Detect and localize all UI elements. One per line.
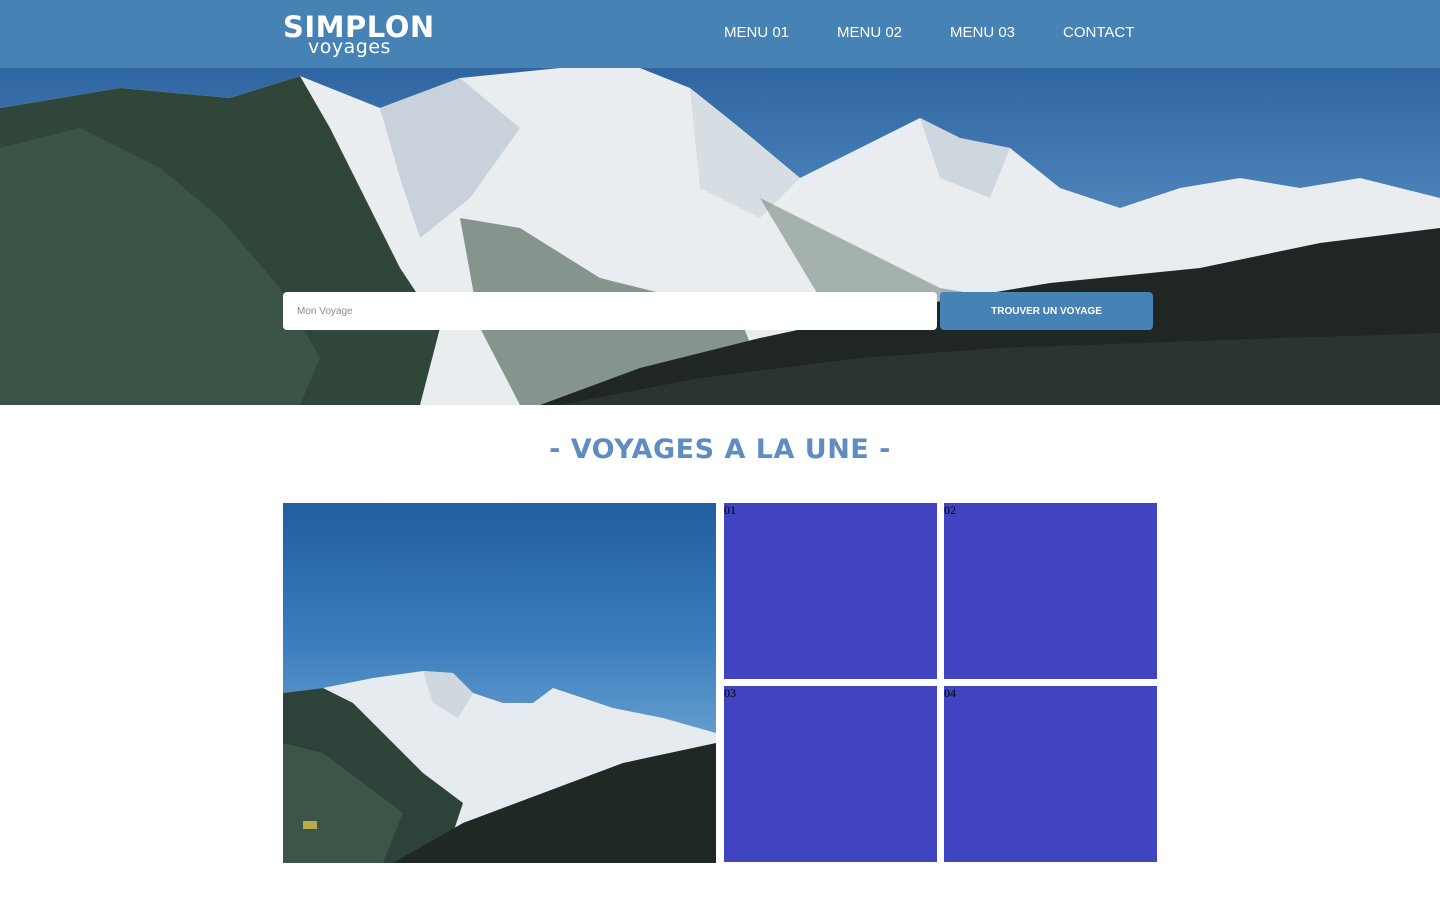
tile-number: 03 [724,686,736,700]
tile-number: 02 [944,503,956,517]
tile-number: 01 [724,503,736,517]
search-input[interactable] [283,292,937,330]
featured-mountain-image [283,671,716,863]
logo-sub-text: voyages [308,36,391,58]
tile-number: 04 [944,686,956,700]
hero-banner: TROUVER UN VOYAGE [0,68,1440,405]
site-header: SIMPLON voyages MENU 01 MENU 02 MENU 03 … [0,0,1440,68]
featured-trip-image[interactable] [283,503,716,863]
main-nav: MENU 01 MENU 02 MENU 03 CONTACT [700,0,1160,68]
site-logo[interactable]: SIMPLON voyages [283,11,434,61]
nav-menu-02[interactable]: MENU 02 [837,24,902,42]
nav-contact[interactable]: CONTACT [1063,24,1134,42]
trip-tile[interactable]: 03 [724,686,937,862]
section-title: - VOYAGES A LA UNE - [549,434,891,465]
nav-menu-03[interactable]: MENU 03 [950,24,1015,42]
nav-menu-01[interactable]: MENU 01 [724,24,789,42]
trip-tile[interactable]: 04 [944,686,1157,862]
find-trip-button[interactable]: TROUVER UN VOYAGE [940,292,1153,330]
hero-mountain-image [0,68,1440,405]
trip-tile[interactable]: 01 [724,503,937,679]
trip-tile[interactable]: 02 [944,503,1157,679]
